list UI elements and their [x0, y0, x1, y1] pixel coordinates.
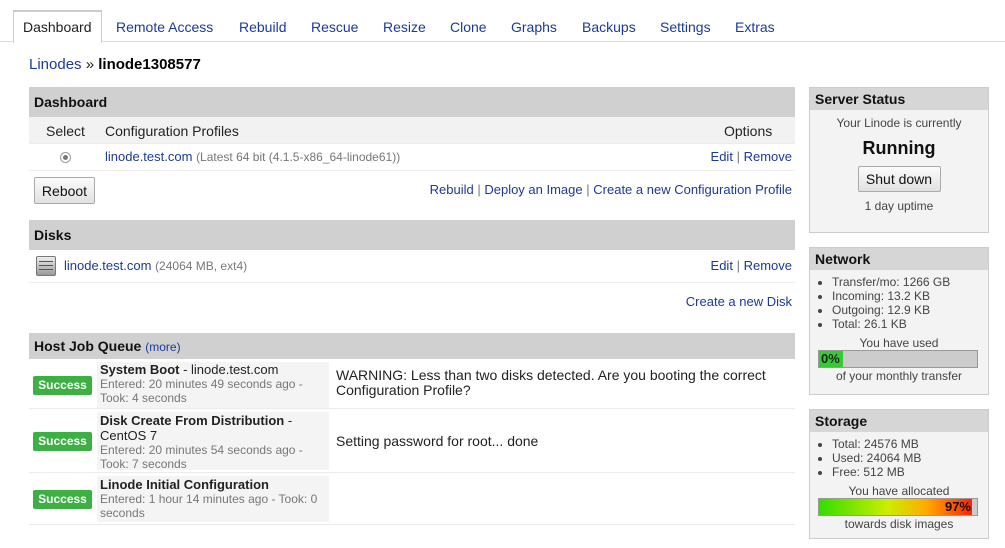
tab-bar: Dashboard Remote Access Rebuild Rescue R…: [0, 0, 1005, 43]
disk-edit-link[interactable]: Edit: [711, 258, 733, 273]
profile-row: linode.test.com (Latest 64 bit (4.1.5-x8…: [29, 144, 795, 171]
tab-extras[interactable]: Extras: [726, 12, 784, 43]
disk-row: linode.test.com (24064 MB, ext4) Edit | …: [29, 250, 795, 283]
transfer-usage-bar: 0%: [818, 350, 978, 368]
profile-radio[interactable]: [60, 152, 71, 163]
job-message: Setting password for root... done: [336, 433, 539, 449]
job-name: Disk Create From Distribution: [100, 413, 285, 428]
separator: |: [477, 182, 481, 197]
job-meta: Entered: 20 minutes 54 seconds ago - Too…: [100, 443, 303, 471]
job-row: Success System Boot - linode.test.com En…: [29, 359, 795, 409]
status-badge: Success: [33, 376, 92, 395]
reboot-button[interactable]: Reboot: [34, 177, 95, 204]
job-row: Success Linode Initial Configuration Ent…: [29, 473, 795, 525]
job-queue-more-link[interactable]: (more): [145, 340, 180, 354]
create-profile-link[interactable]: Create a new Configuration Profile: [593, 182, 792, 197]
network-stats-list: Transfer/mo: 1266 GB Incoming: 13.2 KB O…: [810, 270, 988, 331]
tab-resize[interactable]: Resize: [374, 12, 435, 43]
tab-graphs[interactable]: Graphs: [502, 12, 566, 43]
rebuild-link[interactable]: Rebuild: [430, 182, 474, 197]
profile-edit-link[interactable]: Edit: [711, 149, 733, 164]
job-meta: Entered: 20 minutes 49 seconds ago - Too…: [100, 377, 303, 405]
tab-remote-access[interactable]: Remote Access: [107, 12, 222, 43]
profile-link[interactable]: linode.test.com: [105, 149, 192, 164]
server-state: Running: [862, 138, 936, 158]
job-row: Success Disk Create From Distribution - …: [29, 409, 795, 473]
disk-actions-row: Create a new Disk: [29, 283, 795, 333]
disk-detail: (24064 MB, ext4): [155, 259, 248, 273]
tab-dashboard[interactable]: Dashboard: [13, 10, 102, 43]
tab-clone[interactable]: Clone: [441, 12, 496, 43]
dashboard-header: Dashboard: [29, 87, 795, 117]
main-panel: Dashboard Select Configuration Profiles …: [29, 87, 795, 525]
status-badge: Success: [33, 432, 92, 451]
transfer-percent: 0%: [821, 351, 840, 366]
storage-allocated-label: You have allocated: [848, 484, 950, 498]
status-badge: Success: [33, 490, 92, 509]
network-panel: Network Transfer/mo: 1266 GB Incoming: 1…: [809, 247, 989, 395]
job-name-suffix: - linode.test.com: [179, 362, 279, 377]
col-configuration-profiles: Configuration Profiles: [105, 123, 239, 139]
profile-actions-row: Reboot Rebuild | Deploy an Image | Creat…: [29, 171, 795, 217]
deploy-image-link[interactable]: Deploy an Image: [484, 182, 582, 197]
list-item: Outgoing: 12.9 KB: [832, 303, 988, 317]
disk-link[interactable]: linode.test.com: [64, 258, 151, 273]
transfer-footer: of your monthly transfer: [835, 369, 963, 383]
profiles-column-header: Select Configuration Profiles Options: [29, 117, 795, 144]
server-status-header: Server Status: [810, 88, 988, 110]
breadcrumb: Linodes » linode1308577: [29, 56, 201, 73]
job-message: WARNING: Less than two disks detected. A…: [336, 367, 766, 398]
storage-header: Storage: [810, 410, 988, 432]
separator: |: [736, 258, 740, 273]
col-options: Options: [724, 123, 773, 139]
list-item: Transfer/mo: 1266 GB: [832, 275, 988, 289]
storage-panel: Storage Total: 24576 MB Used: 24064 MB F…: [809, 409, 989, 539]
list-item: Used: 24064 MB: [832, 451, 988, 465]
tab-settings[interactable]: Settings: [651, 12, 720, 43]
separator: |: [736, 149, 740, 164]
tab-backups[interactable]: Backups: [573, 12, 645, 43]
job-name: Linode Initial Configuration: [100, 477, 269, 492]
transfer-used-label: You have used: [859, 336, 939, 350]
storage-stats-list: Total: 24576 MB Used: 24064 MB Free: 512…: [810, 432, 988, 479]
job-meta: Entered: 1 hour 14 minutes ago - Took: 0…: [100, 492, 318, 520]
shut-down-button[interactable]: Shut down: [857, 166, 941, 192]
breadcrumb-linodes-link[interactable]: Linodes: [29, 56, 82, 73]
tab-rescue[interactable]: Rescue: [302, 12, 367, 43]
create-disk-link[interactable]: Create a new Disk: [686, 294, 792, 309]
storage-footer: towards disk images: [844, 517, 954, 531]
uptime-text: 1 day uptime: [864, 199, 934, 213]
list-item: Total: 26.1 KB: [832, 317, 988, 331]
list-item: Free: 512 MB: [832, 465, 988, 479]
storage-percent: 97%: [944, 499, 971, 514]
job-queue-title: Host Job Queue: [34, 338, 142, 354]
separator: |: [586, 182, 590, 197]
col-select: Select: [46, 123, 85, 139]
list-item: Incoming: 13.2 KB: [832, 289, 988, 303]
storage-usage-bar: 97%: [818, 498, 978, 516]
hard-disk-icon: [36, 256, 56, 276]
tab-rebuild[interactable]: Rebuild: [230, 12, 295, 43]
network-header: Network: [810, 248, 988, 270]
list-item: Total: 24576 MB: [832, 437, 988, 451]
disks-header: Disks: [29, 220, 795, 250]
server-status-panel: Server Status Your Linode is currently R…: [809, 87, 989, 233]
job-queue-header: Host Job Queue (more): [29, 333, 795, 359]
job-name: System Boot: [100, 362, 180, 377]
breadcrumb-separator: »: [85, 56, 95, 73]
breadcrumb-current: linode1308577: [98, 56, 201, 73]
server-status-caption: Your Linode is currently: [836, 116, 962, 130]
disk-remove-link[interactable]: Remove: [744, 258, 792, 273]
profile-detail: (Latest 64 bit (4.1.5-x86_64-linode61)): [196, 150, 401, 164]
profile-remove-link[interactable]: Remove: [744, 149, 792, 164]
